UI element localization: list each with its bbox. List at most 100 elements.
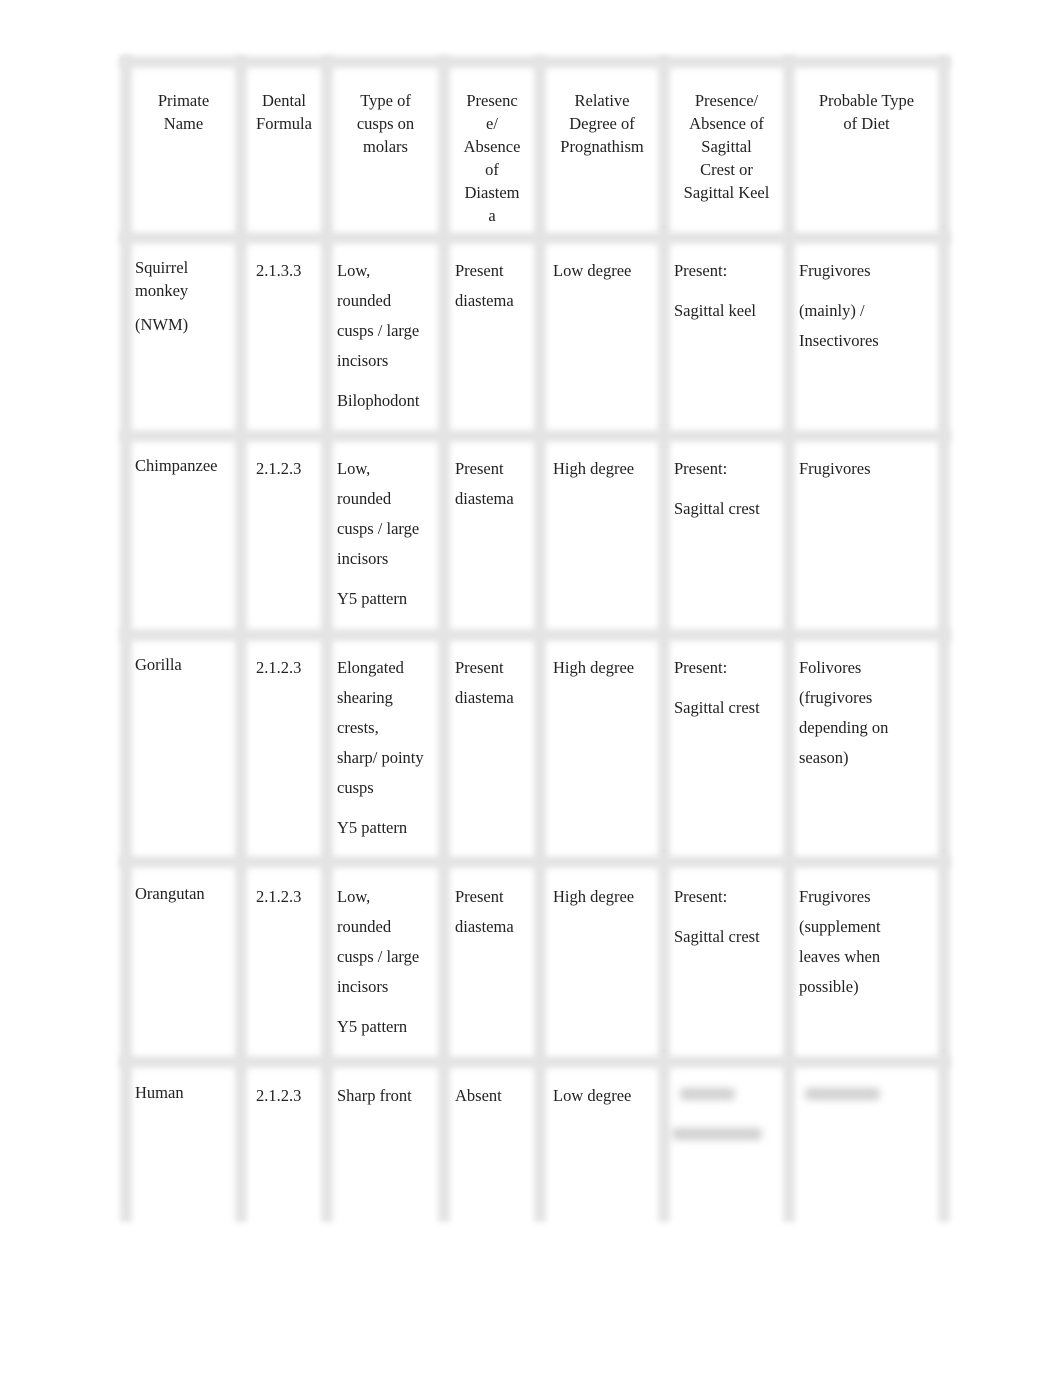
header-line: Relative bbox=[574, 91, 630, 110]
column-header: Type of cusps on molars bbox=[333, 89, 438, 158]
cell-line: Y5 pattern bbox=[337, 589, 408, 608]
cell-line: diastema bbox=[455, 489, 514, 508]
cell-paragraph: Folivores (frugivores depending on season) bbox=[799, 653, 888, 773]
cell-line: Low, bbox=[337, 887, 371, 906]
table-border-horizontal bbox=[120, 856, 950, 868]
table-cell: Human bbox=[135, 1081, 184, 1104]
cell-line: Squirrel bbox=[135, 258, 189, 277]
cell-paragraph: (NWM) bbox=[135, 313, 188, 336]
table-cell: Sharp front bbox=[337, 1081, 412, 1111]
cell-line: Frugivores bbox=[799, 887, 871, 906]
cell-paragraph: 2.1.2.3 bbox=[256, 1081, 301, 1111]
table-border-horizontal bbox=[120, 232, 950, 244]
cell-line: High degree bbox=[553, 459, 635, 478]
cell-paragraph: Low, rounded cusps / large incisors bbox=[337, 454, 419, 574]
table-cell: Absent bbox=[455, 1081, 502, 1111]
header-line: cusps on bbox=[356, 114, 415, 133]
cell-paragraph: Low degree bbox=[553, 1081, 631, 1111]
cell-line: diastema bbox=[455, 291, 514, 310]
cell-line: (supplement bbox=[799, 917, 881, 936]
table-cell: Present diastema bbox=[455, 454, 514, 514]
cell-line: 2.1.2.3 bbox=[256, 887, 302, 906]
header-line: Sagittal bbox=[701, 137, 752, 156]
cell-line: Low, bbox=[337, 261, 371, 280]
column-header: Presenc e/Absence of Diastem a bbox=[450, 89, 534, 227]
cell-paragraph: Present diastema bbox=[455, 454, 514, 514]
cell-paragraph: Present diastema bbox=[455, 653, 514, 713]
header-line: a bbox=[488, 206, 496, 225]
cell-line: Present: bbox=[674, 261, 728, 280]
cell-paragraph: Gorilla bbox=[135, 653, 182, 676]
cell-paragraph: Present: bbox=[674, 454, 760, 484]
cell-line: Frugivores bbox=[799, 261, 871, 280]
cell-line: Chimpanzee bbox=[135, 456, 218, 475]
cell-paragraph: Frugivores bbox=[799, 256, 879, 286]
table-cell: 2.1.2.3 bbox=[256, 454, 301, 484]
cell-paragraph: Chimpanzee bbox=[135, 454, 217, 477]
cell-line: Bilophodont bbox=[337, 391, 420, 410]
table-cell: Low, rounded cusps / large incisors Y5 patte… bbox=[337, 454, 419, 614]
cell-line: (NWM) bbox=[135, 315, 189, 334]
table-cell: Present diastema bbox=[455, 882, 514, 942]
cell-line: Orangutan bbox=[135, 884, 205, 903]
table-cell: Folivores (frugivores depending on season) bbox=[799, 653, 888, 773]
header-line: Presence/ bbox=[694, 91, 759, 110]
cell-line: Elongated bbox=[337, 658, 404, 677]
cell-line: Sharp front bbox=[337, 1086, 412, 1105]
header-line: Degree of bbox=[569, 114, 635, 133]
cell-paragraph: Orangutan bbox=[135, 882, 205, 905]
cell-line: 2.1.2.3 bbox=[256, 658, 302, 677]
cell-line: Present bbox=[455, 459, 504, 478]
cell-line: 2.1.2.3 bbox=[256, 1086, 302, 1105]
header-line: Absence bbox=[463, 137, 521, 156]
blurred-text bbox=[805, 1088, 880, 1100]
cell-paragraph: 2.1.3.3 bbox=[256, 256, 301, 286]
header-line: Dental bbox=[262, 91, 306, 110]
cell-line: High degree bbox=[553, 887, 635, 906]
cell-line: rounded bbox=[337, 291, 392, 310]
cell-line: crests, bbox=[337, 718, 379, 737]
cell-line: Present: bbox=[674, 658, 728, 677]
blurred-text bbox=[680, 1088, 735, 1100]
column-header: Dental Formula bbox=[247, 89, 321, 135]
header-line: Sagittal Keel bbox=[683, 183, 770, 202]
cell-line: season) bbox=[799, 748, 849, 767]
cell-line: Y5 pattern bbox=[337, 818, 408, 837]
cell-line: Y5 pattern bbox=[337, 1017, 408, 1036]
table-cell: High degree bbox=[553, 454, 634, 484]
table-cell: 2.1.2.3 bbox=[256, 653, 301, 683]
table-cell: Low degree bbox=[553, 256, 631, 286]
cell-line: incisors bbox=[337, 351, 389, 370]
cell-line: depending on bbox=[799, 718, 889, 737]
header-line: e/ bbox=[486, 114, 498, 133]
cell-paragraph: High degree bbox=[553, 454, 634, 484]
cell-paragraph: Absent bbox=[455, 1081, 502, 1111]
cell-paragraph: Present: bbox=[674, 653, 760, 683]
header-line: Diastem bbox=[464, 183, 520, 202]
cell-paragraph: Frugivores (supplement leaves when possible… bbox=[799, 882, 881, 1002]
header-line: Formula bbox=[256, 114, 312, 133]
cell-line: Low degree bbox=[553, 1086, 632, 1105]
cell-line: cusps / large bbox=[337, 321, 420, 340]
table-border-horizontal bbox=[120, 56, 950, 68]
cell-line: Present: bbox=[674, 887, 728, 906]
header-line: Type of bbox=[360, 91, 411, 110]
cell-line: rounded bbox=[337, 917, 392, 936]
blurred-text bbox=[672, 1128, 762, 1140]
header-line: molars bbox=[363, 137, 408, 156]
cell-line: shearing bbox=[337, 688, 393, 707]
cell-line: diastema bbox=[455, 917, 514, 936]
table-cell: 2.1.2.3 bbox=[256, 1081, 301, 1111]
table-cell: High degree bbox=[553, 882, 634, 912]
cell-paragraph: Y5 pattern bbox=[337, 1012, 419, 1042]
header-line: Probable Type bbox=[818, 91, 915, 110]
cell-line: Present bbox=[455, 658, 504, 677]
cell-paragraph: Y5 pattern bbox=[337, 584, 419, 614]
cell-paragraph: Low, rounded cusps / large incisors bbox=[337, 882, 419, 1002]
table-cell: Low, rounded cusps / large incisors Bilophod… bbox=[337, 256, 420, 416]
header-line: Prognathism bbox=[560, 137, 644, 156]
cell-line: Insectivores bbox=[799, 331, 879, 350]
cell-line: cusps / large bbox=[337, 947, 420, 966]
cell-paragraph: Low, rounded cusps / large incisors bbox=[337, 256, 420, 376]
cell-paragraph: Squirrel monkey bbox=[135, 256, 188, 302]
